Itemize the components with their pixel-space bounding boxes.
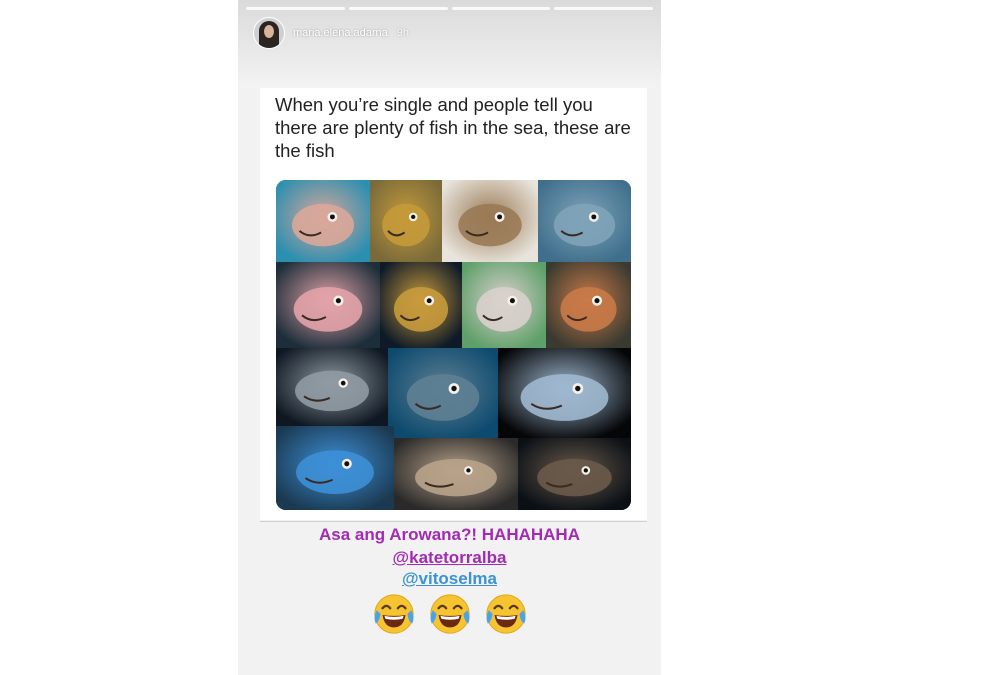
fish-photo <box>380 262 462 348</box>
fish-photo <box>276 262 380 348</box>
fish-photo <box>276 426 394 510</box>
fish-photo <box>442 180 538 262</box>
fish-photo <box>276 180 370 262</box>
fish-photo <box>394 438 518 510</box>
fish-photo <box>276 348 388 426</box>
mention-vitoselma[interactable]: @vitoselma <box>238 569 661 589</box>
story-viewer[interactable]: maria.elena.adarna 9h When you’re single… <box>238 0 661 675</box>
fish-photo <box>518 438 631 510</box>
fish-photo <box>498 348 631 438</box>
progress-segment <box>348 7 448 10</box>
username[interactable]: maria.elena.adarna <box>293 27 388 39</box>
fish-photo <box>546 262 631 348</box>
timestamp: 9h <box>396 27 410 39</box>
laughing-emoji-icon <box>485 594 526 634</box>
shared-meme-card: When you’re single and people tell you t… <box>260 88 647 520</box>
laughing-emoji-icon <box>373 594 414 634</box>
fish-photo <box>370 180 442 262</box>
mention-text[interactable]: @vitoselma <box>402 569 497 588</box>
story-header: maria.elena.adarna 9h <box>254 17 409 49</box>
progress-segment <box>554 7 653 10</box>
mention-text[interactable]: @katetorralba <box>393 548 507 567</box>
fish-photo <box>462 262 546 348</box>
progress-segment <box>451 7 551 10</box>
divider <box>260 521 647 522</box>
avatar[interactable] <box>254 18 284 48</box>
fish-photo <box>538 180 631 262</box>
laughing-emoji-icon <box>429 594 470 634</box>
avatar-face <box>264 25 274 38</box>
caption-text: Asa ang Arowana?! HAHAHAHA <box>318 525 580 544</box>
fish-photo <box>388 348 498 438</box>
progress-segment <box>246 7 345 10</box>
mention-katetorralba[interactable]: @katetorralba <box>238 548 661 568</box>
story-progress-bar <box>246 7 653 10</box>
emoji-row <box>238 591 661 637</box>
fish-collage <box>276 180 631 510</box>
meme-text: When you’re single and people tell you t… <box>275 94 631 161</box>
